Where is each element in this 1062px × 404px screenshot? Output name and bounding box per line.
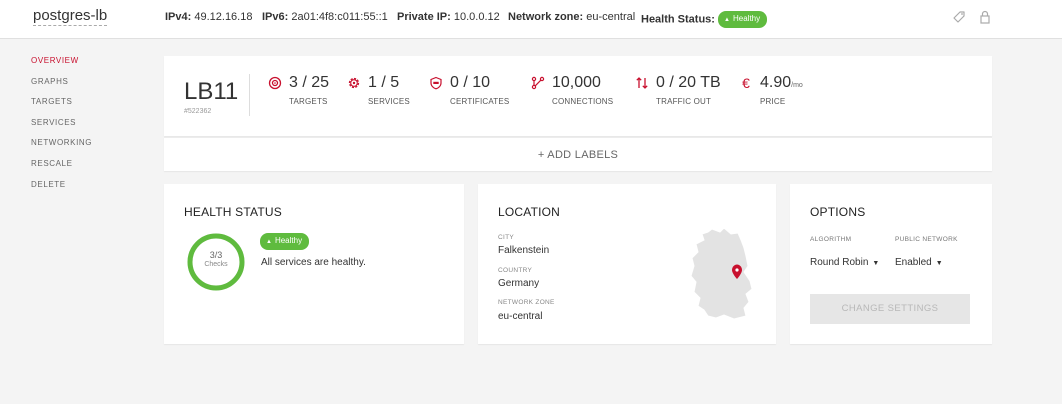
checks-sub: Checks — [204, 261, 228, 268]
change-settings-button[interactable]: CHANGE SETTINGS — [810, 294, 970, 324]
sidebar-item-graphs[interactable]: GRAPHS — [31, 77, 92, 98]
euro-icon: € — [742, 76, 750, 90]
sidebar-item-targets[interactable]: TARGETS — [31, 97, 92, 118]
location-title: LOCATION — [498, 205, 561, 219]
lb-type: LB11 — [184, 78, 239, 105]
traffic-arrows-icon — [636, 77, 648, 89]
lb-id: #522362 — [184, 108, 212, 115]
stat-targets-value: 3 / 25 — [289, 74, 330, 91]
options-title: OPTIONS — [810, 205, 866, 219]
summary-card: LB11 #522362 3 / 25 TARGETS 1 / 5 SERVIC… — [164, 56, 992, 136]
network-zone-label: Network zone: — [508, 11, 584, 23]
location-card: LOCATION CITY Falkenstein COUNTRY German… — [478, 184, 776, 344]
stat-services-label: SERVICES — [368, 97, 410, 106]
checks-ring-label: 3/3 Checks — [186, 250, 246, 270]
algorithm-select[interactable]: Round Robin ▼ — [810, 257, 879, 268]
private-ip-value[interactable]: 10.0.0.12 — [454, 11, 500, 23]
ipv6-label: IPv6: — [262, 11, 289, 23]
stat-services-value: 1 / 5 — [368, 74, 400, 91]
public-network-value: Enabled — [895, 257, 932, 268]
ipv4-info: IPv4: 49.12.16.18 — [165, 11, 252, 23]
public-network-label: PUBLIC NETWORK — [895, 236, 958, 243]
triangle-up-icon: ▲ — [724, 17, 730, 23]
checks-value: 3/3 — [209, 250, 223, 260]
network-zone-info: Network zone: eu-central — [508, 11, 635, 23]
algorithm-label: ALGORITHM — [810, 236, 852, 243]
add-labels-button[interactable]: + ADD LABELS — [164, 137, 992, 171]
country-value: Germany — [498, 278, 540, 289]
network-zone-field-value: eu-central — [498, 311, 543, 322]
network-zone-field-label: NETWORK ZONE — [498, 299, 555, 306]
city-label: CITY — [498, 234, 515, 241]
caret-down-icon: ▼ — [935, 260, 943, 267]
sidebar-nav: OVERVIEW GRAPHS TARGETS SERVICES NETWORK… — [31, 56, 92, 200]
lock-icon[interactable] — [978, 10, 992, 24]
top-bar: postgres-lb IPv4: 49.12.16.18 IPv6: 2a01… — [0, 0, 1062, 39]
stat-targets-label: TARGETS — [289, 97, 328, 106]
health-message: All services are healthy. — [261, 257, 366, 268]
target-icon — [268, 76, 282, 90]
private-ip-info: Private IP: 10.0.0.12 — [397, 11, 500, 23]
health-status-title: HEALTH STATUS — [184, 205, 282, 219]
health-status-label: Health Status: — [641, 13, 715, 26]
sidebar-item-services[interactable]: SERVICES — [31, 118, 92, 139]
divider — [249, 74, 250, 116]
stat-price-label: PRICE — [760, 97, 786, 106]
sidebar-item-delete[interactable]: DELETE — [31, 180, 92, 201]
connections-icon — [531, 76, 545, 90]
stat-certificates-label: CERTIFICATES — [450, 97, 510, 106]
country-label: COUNTRY — [498, 267, 533, 274]
stat-certificates-value: 0 / 10 — [450, 74, 491, 91]
health-status-info: Health Status: ▲ Healthy — [641, 11, 768, 28]
certificate-shield-icon — [430, 76, 442, 90]
caret-down-icon: ▼ — [872, 260, 880, 267]
health-status-badge: ▲ Healthy — [718, 11, 768, 28]
ipv4-value[interactable]: 49.12.16.18 — [194, 11, 252, 23]
healthy-badge-text: Healthy — [274, 236, 303, 245]
price-amount: 4.90 — [760, 74, 792, 91]
stat-traffic-out-value: 0 / 20 TB — [656, 74, 721, 91]
stat-connections-value: 10,000 — [552, 74, 601, 91]
health-status-badge-text: Healthy — [732, 14, 761, 23]
ipv6-value[interactable]: 2a01:4f8:c011:55::1 — [291, 11, 387, 23]
sidebar-item-rescale[interactable]: RESCALE — [31, 159, 92, 180]
ipv6-info: IPv6: 2a01:4f8:c011:55::1 — [262, 11, 388, 23]
price-unit: /mo — [791, 82, 803, 89]
sidebar-item-overview[interactable]: OVERVIEW — [31, 56, 92, 77]
stat-traffic-out-label: TRAFFIC OUT — [656, 97, 712, 106]
label-icon[interactable] — [952, 10, 966, 24]
stat-price-value: 4.90/mo — [760, 74, 803, 92]
options-card: OPTIONS ALGORITHM Round Robin ▼ PUBLIC NE… — [790, 184, 992, 344]
stat-connections-label: CONNECTIONS — [552, 97, 614, 106]
triangle-up-icon: ▲ — [266, 239, 272, 245]
private-ip-label: Private IP: — [397, 11, 451, 23]
city-value: Falkenstein — [498, 245, 550, 256]
ipv4-label: IPv4: — [165, 11, 192, 23]
germany-map — [690, 227, 753, 320]
services-gear-icon — [348, 77, 360, 89]
health-status-card: HEALTH STATUS 3/3 Checks ▲ Healthy All se… — [164, 184, 464, 344]
public-network-select[interactable]: Enabled ▼ — [895, 257, 943, 268]
load-balancer-name[interactable]: postgres-lb — [33, 7, 108, 26]
network-zone-value: eu-central — [586, 11, 636, 23]
sidebar-item-networking[interactable]: NETWORKING — [31, 138, 92, 159]
svg-text:€: € — [742, 76, 750, 90]
algorithm-value: Round Robin — [810, 257, 869, 268]
healthy-badge: ▲ Healthy — [260, 233, 310, 250]
